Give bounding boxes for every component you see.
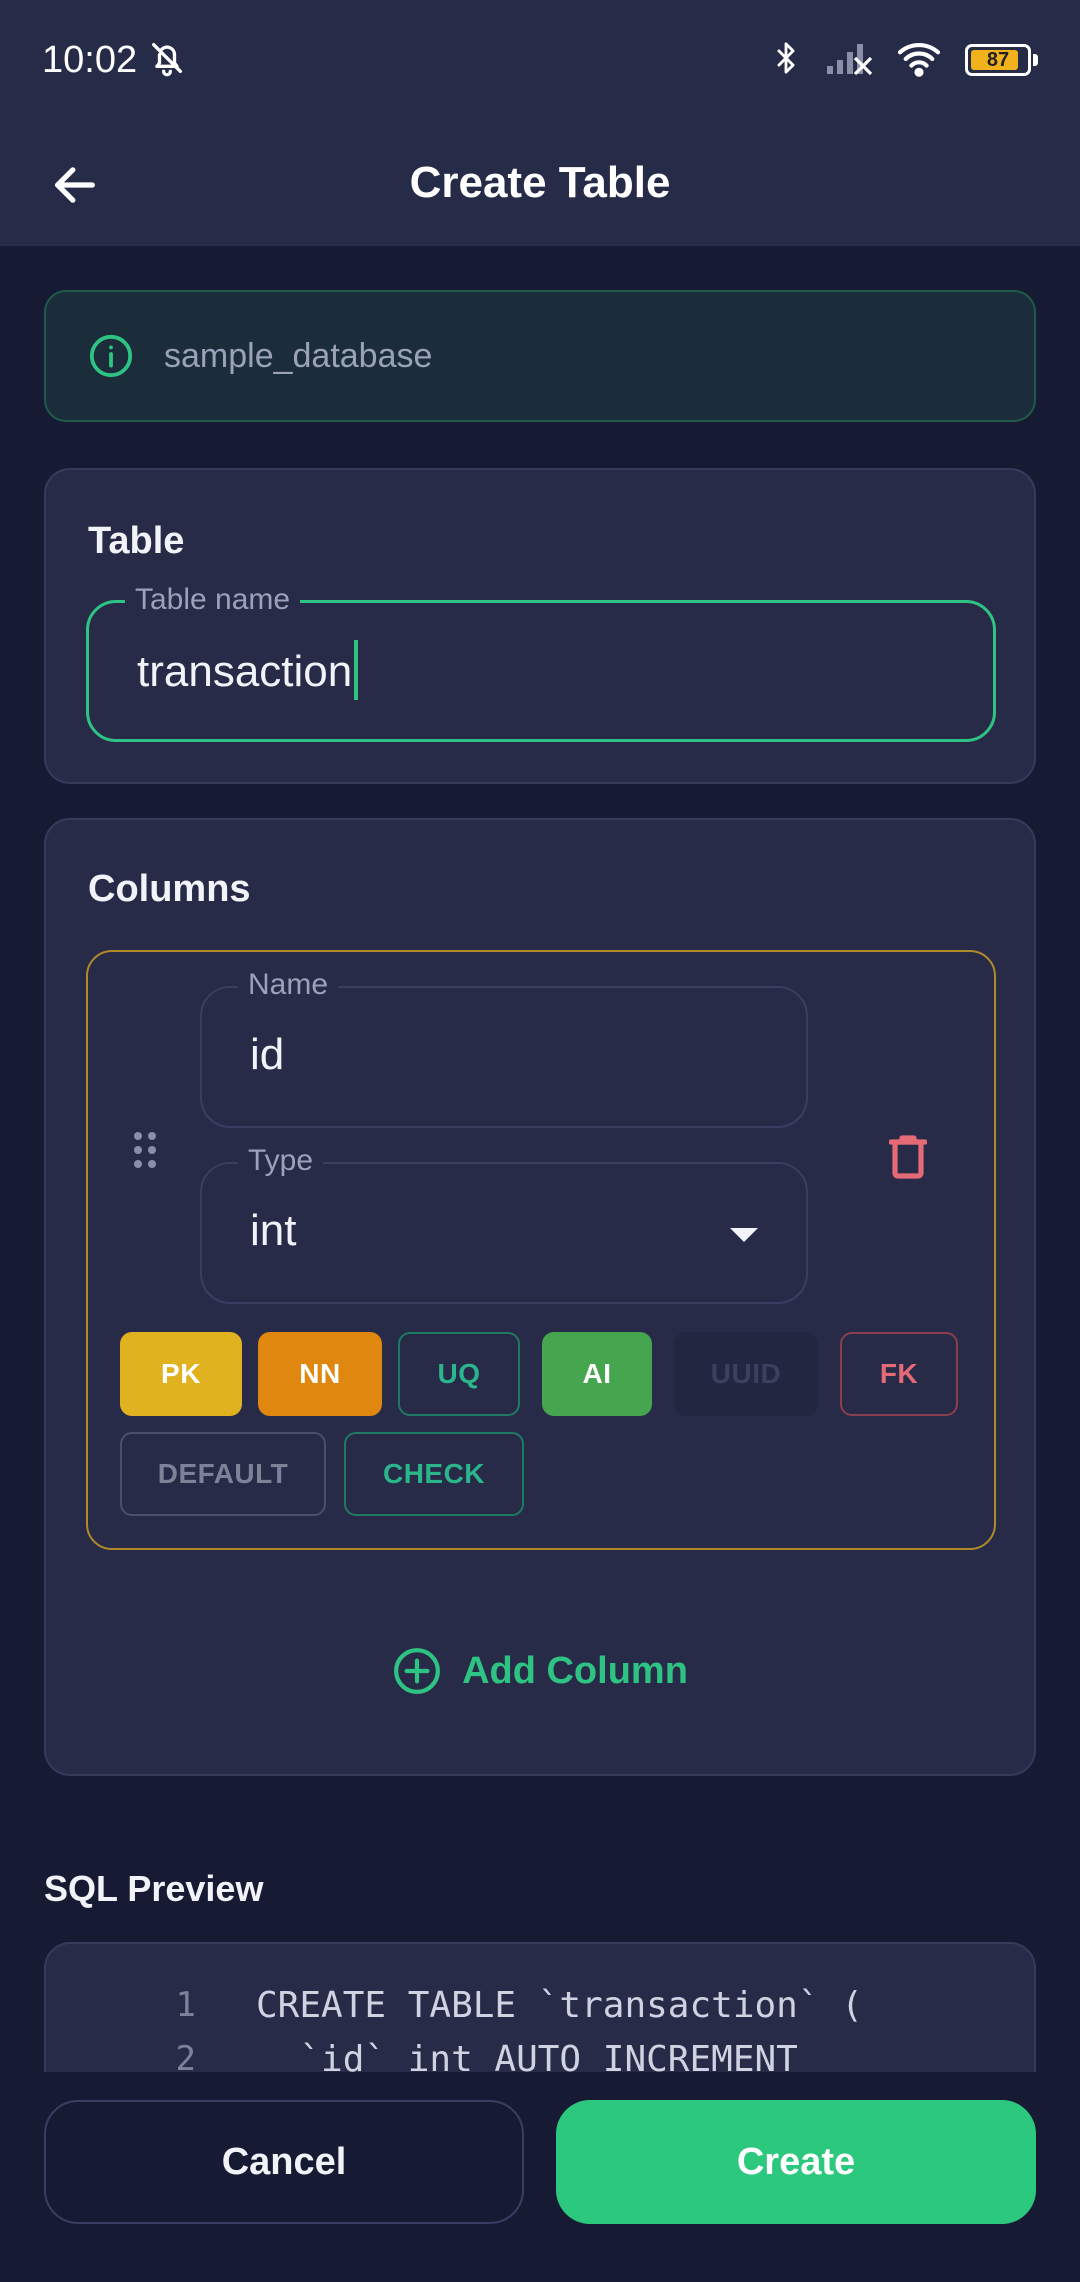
cancel-button[interactable]: Cancel xyxy=(44,2100,524,2224)
table-name-text: transaction xyxy=(137,647,353,696)
table-name-value: transaction xyxy=(137,640,359,701)
code-text: `id` int AUTO_INCREMENT xyxy=(256,2038,798,2073)
column-name-value: id xyxy=(250,1030,285,1079)
table-card: Table Table name transaction xyxy=(44,468,1036,784)
bottom-action-bar: Cancel Create xyxy=(0,2072,1080,2282)
plus-circle-icon xyxy=(394,1648,440,1694)
sql-preview-code: 1 CREATE TABLE `transaction` ( 2 `id` in… xyxy=(44,1942,1036,2072)
default-toggle[interactable]: DEFAULT xyxy=(120,1432,326,1516)
check-toggle[interactable]: CHECK xyxy=(344,1432,524,1516)
columns-card: Columns Name id Type int PK NN UQ AI UUI… xyxy=(44,818,1036,1776)
table-section-title: Table xyxy=(88,520,185,562)
database-name: sample_database xyxy=(164,336,433,375)
dropdown-arrow-icon xyxy=(730,1228,758,1242)
code-line: 2 `id` int AUTO_INCREMENT xyxy=(46,2032,798,2073)
text-cursor xyxy=(354,640,359,701)
drag-handle-icon[interactable] xyxy=(132,1130,158,1175)
battery-level: 87 xyxy=(986,48,1010,71)
delete-column-button[interactable] xyxy=(878,1122,938,1192)
database-info-banner: sample_database xyxy=(44,290,1036,422)
bluetooth-icon xyxy=(769,38,803,83)
column-item: Name id Type int PK NN UQ AI UUID FK DEF… xyxy=(86,950,996,1550)
bell-off-icon xyxy=(147,38,187,83)
info-icon xyxy=(89,334,133,378)
create-button[interactable]: Create xyxy=(556,2100,1036,2224)
page-title: Create Table xyxy=(409,158,671,207)
foreign-key-toggle[interactable]: FK xyxy=(840,1332,958,1416)
column-name-field[interactable]: Name id xyxy=(200,968,808,1128)
code-text: CREATE TABLE `transaction` ( xyxy=(256,1984,863,2026)
arrow-left-icon xyxy=(55,167,95,203)
column-type-label: Type xyxy=(238,1144,324,1178)
sql-preview-title: SQL Preview xyxy=(44,1868,264,1909)
wifi-icon xyxy=(895,39,943,82)
add-column-button[interactable]: Add Column xyxy=(46,1646,1034,1696)
screen: 10:02 87 Create Table sample_database Ta… xyxy=(0,0,1080,2282)
line-number: 2 xyxy=(175,2039,196,2072)
column-type-select[interactable]: Type int xyxy=(200,1144,808,1304)
not-null-toggle[interactable]: NN xyxy=(258,1332,382,1416)
column-name-label: Name xyxy=(238,968,339,1002)
table-name-field[interactable]: Table name transaction xyxy=(86,583,996,742)
unique-toggle[interactable]: UQ xyxy=(398,1332,520,1416)
uuid-toggle[interactable]: UUID xyxy=(674,1332,818,1416)
trash-icon xyxy=(889,1135,927,1179)
status-left: 10:02 xyxy=(42,38,187,83)
status-time: 10:02 xyxy=(42,38,138,81)
battery-icon: 87 xyxy=(965,44,1038,76)
code-line: 1 CREATE TABLE `transaction` ( xyxy=(46,1978,863,2032)
column-type-value: int xyxy=(250,1206,297,1255)
primary-key-toggle[interactable]: PK xyxy=(120,1332,242,1416)
line-number: 1 xyxy=(175,1985,196,2025)
status-right: 87 xyxy=(769,38,1038,83)
columns-section-title: Columns xyxy=(88,868,251,910)
status-bar: 10:02 87 xyxy=(0,0,1080,120)
signal-icon xyxy=(825,40,873,81)
auto-increment-toggle[interactable]: AI xyxy=(542,1332,652,1416)
table-name-label: Table name xyxy=(125,583,301,617)
add-column-label: Add Column xyxy=(462,1649,688,1692)
back-button[interactable] xyxy=(40,150,110,220)
app-bar: Create Table xyxy=(0,120,1080,246)
